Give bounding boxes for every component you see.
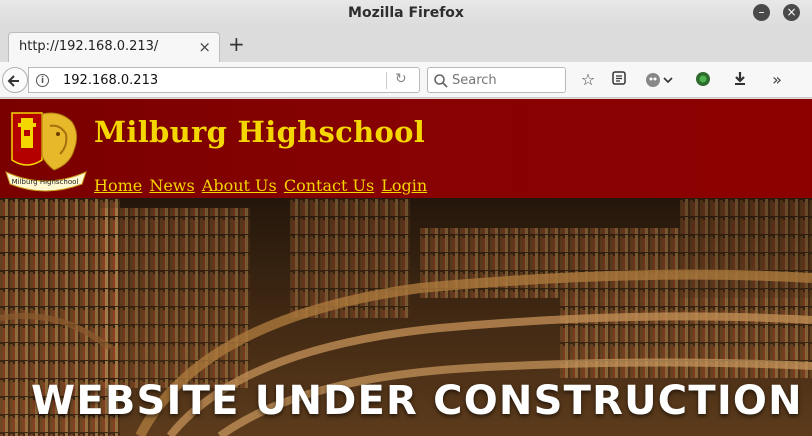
logo-text: Milburg Highschool (12, 178, 79, 186)
nav-link-contact-us[interactable]: Contact Us (284, 176, 374, 195)
navigation-toolbar: i 192.168.0.213 ↻ ☆ » (0, 62, 812, 98)
extension-green-icon[interactable] (693, 70, 713, 90)
search-icon (434, 74, 448, 88)
url-text[interactable]: 192.168.0.213 (63, 73, 158, 88)
hero-heading: WEBSITE UNDER CONSTRUCTION (31, 378, 803, 424)
search-input[interactable] (452, 71, 560, 89)
bookmark-star-icon[interactable]: ☆ (578, 70, 598, 90)
search-bar[interactable] (427, 67, 566, 93)
tab-strip: http://192.168.0.213/ × + (0, 26, 812, 62)
reader-list-icon[interactable] (609, 70, 629, 90)
reload-icon[interactable]: ↻ (395, 71, 407, 87)
nav-link-news[interactable]: News (149, 176, 194, 195)
close-icon[interactable]: × (783, 4, 800, 21)
new-tab-icon[interactable]: + (228, 32, 245, 56)
url-bar[interactable]: i 192.168.0.213 ↻ (28, 67, 420, 93)
window-title: Mozilla Firefox (348, 5, 464, 21)
site-title: Milburg Highschool (94, 115, 426, 149)
url-divider (386, 72, 387, 89)
overflow-icon[interactable]: » (767, 70, 787, 90)
nav-link-about-us[interactable]: About Us (202, 176, 277, 195)
download-icon[interactable] (730, 70, 750, 90)
nav-link-login[interactable]: Login (381, 176, 427, 195)
tab-close-icon[interactable]: × (198, 38, 211, 56)
window-titlebar: Mozilla Firefox – × (0, 0, 812, 26)
tab-active[interactable]: http://192.168.0.213/ × (8, 32, 220, 62)
hero-banner: WEBSITE UNDER CONSTRUCTION (0, 198, 812, 436)
minimize-icon[interactable]: – (753, 4, 770, 21)
tab-label: http://192.168.0.213/ (19, 39, 159, 54)
nav-link-home[interactable]: Home (94, 176, 142, 195)
site-nav: Home News About Us Contact Us Login (94, 176, 429, 195)
page-content: Milburg Highschool Milburg Highschool Ho… (0, 99, 812, 436)
site-header: Milburg Highschool Milburg Highschool Ho… (0, 99, 812, 198)
back-icon[interactable] (2, 67, 28, 93)
school-crest-logo[interactable]: Milburg Highschool (2, 108, 88, 194)
extension-mask-icon[interactable] (644, 70, 674, 90)
info-icon[interactable]: i (36, 74, 49, 87)
